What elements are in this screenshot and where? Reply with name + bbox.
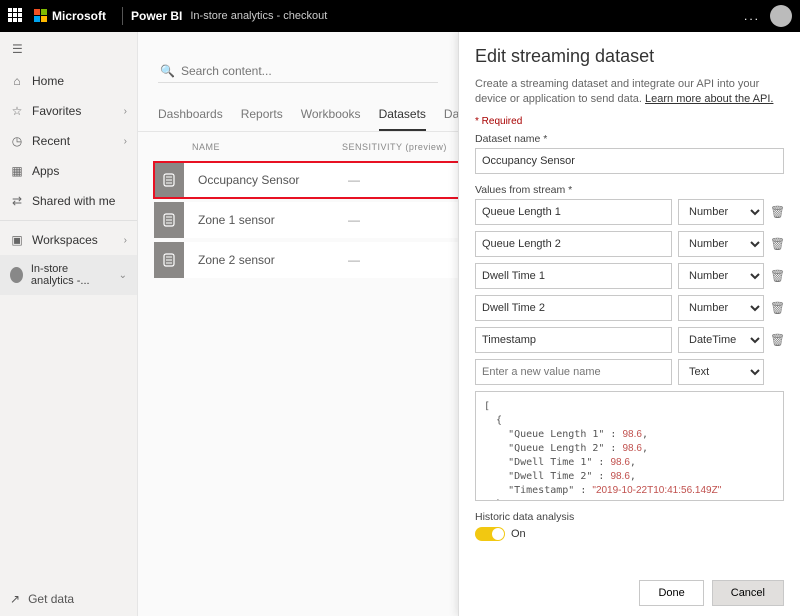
microsoft-logo-icon	[34, 9, 48, 23]
nav-apps-label: Apps	[32, 164, 59, 178]
tab-datasets[interactable]: Datasets	[379, 99, 426, 131]
clock-icon: ◷	[10, 134, 24, 148]
dataset-sensitivity: —	[348, 253, 360, 267]
panel-description: Create a streaming dataset and integrate…	[475, 77, 784, 108]
delete-value-icon[interactable]: 🗑	[770, 301, 784, 315]
chevron-right-icon: ›	[124, 235, 127, 246]
stream-value-row: Number 🗑	[475, 231, 784, 257]
tab-reports[interactable]: Reports	[241, 99, 283, 131]
stream-value-new-row: Text 🗑	[475, 359, 784, 385]
user-avatar[interactable]	[770, 5, 792, 27]
edit-dataset-panel: Edit streaming dataset Create a streamin…	[458, 32, 800, 616]
value-type-select[interactable]: DateTime	[678, 327, 764, 353]
cancel-button[interactable]: Cancel	[712, 580, 784, 606]
delete-value-icon[interactable]: 🗑	[770, 205, 784, 219]
value-type-select[interactable]: Number	[678, 263, 764, 289]
nav-toggle-icon[interactable]: ☰	[0, 32, 137, 66]
workspace-avatar-icon	[10, 267, 23, 283]
json-sample-box: [ { "Queue Length 1" : 98.6, "Queue Leng…	[475, 391, 784, 501]
main-content: + Cr 🔍 Dashboards Reports Workbooks Data…	[138, 32, 800, 616]
values-from-stream-label: Values from stream *	[475, 184, 784, 196]
done-button[interactable]: Done	[639, 580, 703, 606]
value-name-input[interactable]	[475, 263, 672, 289]
stream-value-row: Number 🗑	[475, 295, 784, 321]
tab-dashboards[interactable]: Dashboards	[158, 99, 223, 131]
product-label: Power BI	[131, 9, 182, 23]
tab-workbooks[interactable]: Workbooks	[301, 99, 361, 131]
more-options-icon[interactable]: ...	[744, 9, 760, 23]
nav-recent[interactable]: ◷ Recent ›	[0, 126, 137, 156]
star-icon: ☆	[10, 104, 24, 118]
historic-analysis-label: Historic data analysis	[475, 511, 784, 523]
value-type-select[interactable]: Number	[678, 231, 764, 257]
chevron-right-icon: ›	[124, 106, 127, 117]
value-name-input[interactable]	[475, 295, 672, 321]
historic-analysis-toggle[interactable]	[475, 527, 505, 541]
dataset-name: Zone 1 sensor	[198, 213, 348, 227]
home-icon: ⌂	[10, 74, 24, 88]
nav-get-data[interactable]: ↗ Get data	[0, 582, 137, 616]
stream-value-row: Number 🗑	[475, 199, 784, 225]
brand-label: Microsoft	[52, 9, 106, 23]
nav-home-label: Home	[32, 74, 64, 88]
new-value-name-input[interactable]	[475, 359, 672, 385]
historic-analysis-state: On	[511, 528, 526, 540]
dataset-icon	[154, 242, 184, 278]
dataset-name-label: Dataset name *	[475, 133, 784, 145]
workspace-subtitle: In-store analytics - checkout	[190, 10, 327, 22]
value-name-input[interactable]	[475, 231, 672, 257]
left-nav: ☰ ⌂ Home ☆ Favorites › ◷ Recent › ▦ Apps ⇄ Shar…	[0, 32, 138, 616]
value-type-select[interactable]: Number	[678, 295, 764, 321]
learn-more-link[interactable]: Learn more about the API.	[645, 93, 773, 105]
search-icon: 🔍	[160, 64, 175, 78]
search-input[interactable]: 🔍	[158, 60, 438, 83]
nav-recent-label: Recent	[32, 134, 70, 148]
panel-title: Edit streaming dataset	[475, 46, 784, 67]
topbar-divider	[122, 7, 123, 25]
dataset-name-input[interactable]	[475, 148, 784, 174]
nav-shared-label: Shared with me	[32, 194, 115, 208]
nav-workspaces[interactable]: ▣ Workspaces ›	[0, 225, 137, 255]
value-name-input[interactable]	[475, 199, 672, 225]
nav-current-workspace-label: In-store analytics -...	[31, 263, 111, 287]
dataset-icon	[154, 162, 184, 198]
nav-shared[interactable]: ⇄ Shared with me	[0, 186, 137, 216]
app-launcher-icon[interactable]	[8, 8, 24, 24]
dataset-name: Zone 2 sensor	[198, 253, 348, 267]
dataset-sensitivity: —	[348, 173, 360, 187]
dataset-sensitivity: —	[348, 213, 360, 227]
nav-current-workspace[interactable]: In-store analytics -... ⌄	[0, 255, 137, 295]
topbar: Microsoft Power BI In-store analytics - …	[0, 0, 800, 32]
apps-icon: ▦	[10, 164, 24, 178]
nav-favorites-label: Favorites	[32, 104, 81, 118]
delete-value-icon[interactable]: 🗑	[770, 237, 784, 251]
chevron-down-icon: ⌄	[119, 270, 127, 281]
value-name-input[interactable]	[475, 327, 672, 353]
chevron-right-icon: ›	[124, 136, 127, 147]
stream-value-row: Number 🗑	[475, 263, 784, 289]
dataset-icon	[154, 202, 184, 238]
delete-value-icon[interactable]: 🗑	[770, 269, 784, 283]
stream-value-row: DateTime 🗑	[475, 327, 784, 353]
new-value-type-select[interactable]: Text	[678, 359, 764, 385]
column-name: NAME	[192, 142, 342, 152]
search-field[interactable]	[181, 64, 436, 78]
nav-home[interactable]: ⌂ Home	[0, 66, 137, 96]
workspaces-icon: ▣	[10, 233, 24, 247]
dataset-name: Occupancy Sensor	[198, 173, 348, 187]
shared-icon: ⇄	[10, 194, 24, 208]
delete-value-icon[interactable]: 🗑	[770, 333, 784, 347]
get-data-icon: ↗	[10, 592, 20, 606]
value-type-select[interactable]: Number	[678, 199, 764, 225]
nav-favorites[interactable]: ☆ Favorites ›	[0, 96, 137, 126]
nav-workspaces-label: Workspaces	[32, 233, 98, 247]
nav-get-data-label: Get data	[28, 592, 74, 606]
nav-apps[interactable]: ▦ Apps	[0, 156, 137, 186]
required-note: * Required	[475, 116, 784, 127]
